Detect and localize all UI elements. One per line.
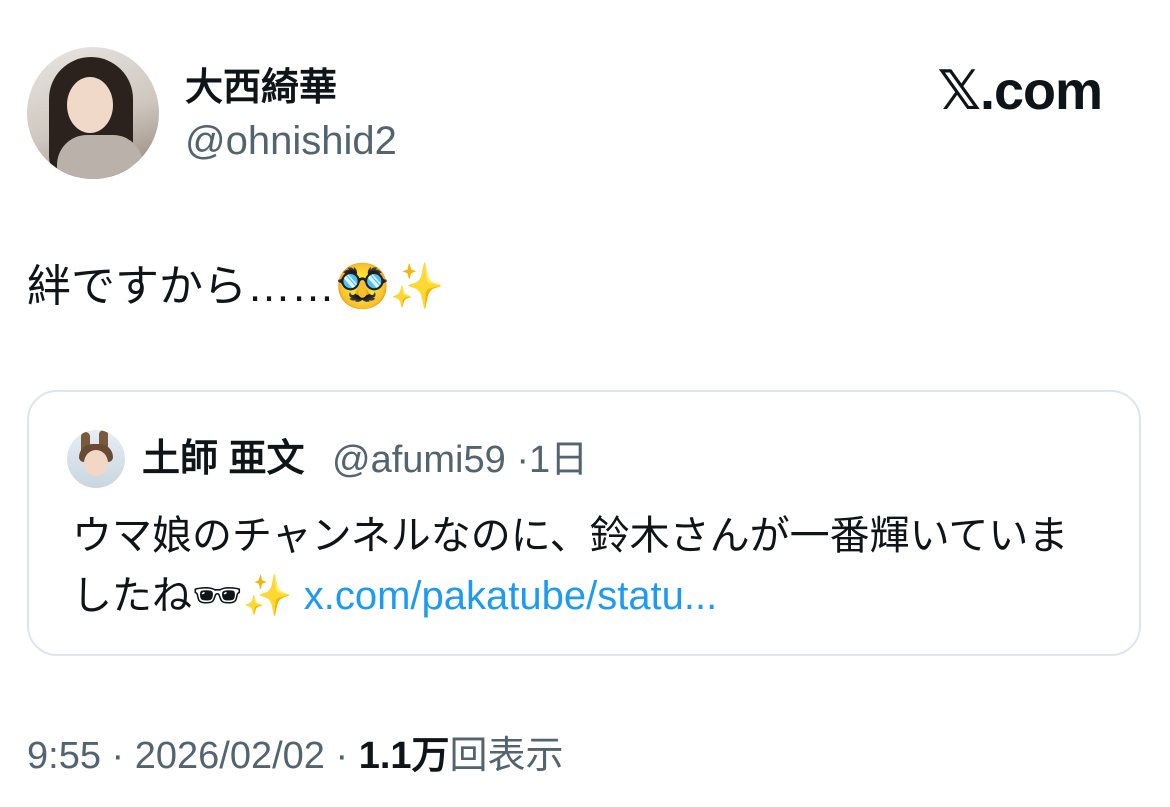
x-logo[interactable]: 𝕏.com: [937, 60, 1103, 122]
author-display-name[interactable]: 大西綺華: [185, 66, 337, 110]
quoted-tweet-age: 1日: [528, 439, 589, 481]
quoted-author-handle: @afumi59: [332, 439, 506, 481]
author-handle[interactable]: @ohnishid2: [185, 118, 397, 164]
meta-separator: ·: [516, 439, 529, 481]
avatar-face: [67, 77, 113, 133]
quoted-tweet-meta: @afumi59 ·1日: [332, 437, 588, 483]
view-count-label: 回表示: [449, 735, 564, 777]
tweet-footer: 9:55 · 2026/02/02 · 1.1万回表示: [27, 732, 564, 780]
quoted-tweet-card[interactable]: 土師 亜文 @afumi59 ·1日 ウマ娘のチャンネルなのに、鈴木さんが一番輝…: [27, 390, 1141, 656]
avatar-face: [84, 450, 108, 476]
tweet-date[interactable]: 2026/02/02: [135, 735, 325, 777]
footer-separator: ·: [100, 735, 135, 777]
quoted-tweet-text: ウマ娘のチャンネルなのに、鈴木さんが一番輝いていましたね🕶✨ x.com/pak…: [72, 506, 1102, 626]
quoted-author-display-name: 土師 亜文: [142, 438, 305, 480]
quoted-author-avatar[interactable]: [67, 430, 125, 488]
tweet-text: 絆ですから……🥸✨: [27, 262, 445, 311]
tweet-time[interactable]: 9:55: [27, 735, 101, 777]
author-avatar[interactable]: [27, 47, 159, 179]
view-count: 1.1万: [358, 735, 450, 777]
footer-separator: ·: [324, 735, 359, 777]
quoted-tweet-link[interactable]: x.com/pakatube/statu...: [304, 574, 718, 618]
avatar-body: [57, 135, 143, 179]
